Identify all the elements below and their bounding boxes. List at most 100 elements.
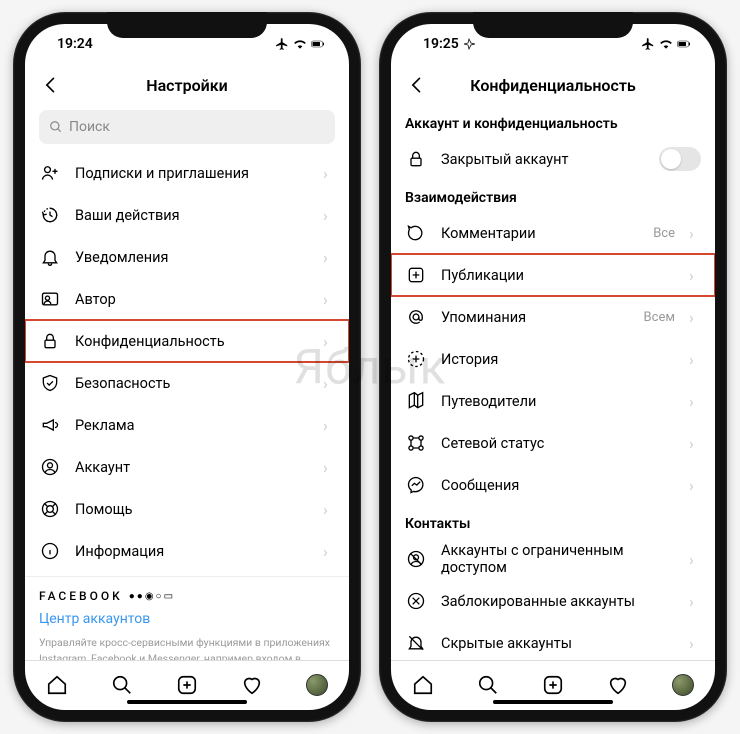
megaphone-icon bbox=[39, 414, 61, 436]
row-activity-status[interactable]: Сетевой статус › bbox=[405, 422, 701, 464]
row-label: Закрытый аккаунт bbox=[441, 151, 645, 168]
tab-profile[interactable] bbox=[671, 673, 695, 697]
row-label: Безопасность bbox=[75, 375, 309, 392]
airplane-icon bbox=[641, 37, 655, 51]
notch bbox=[473, 12, 633, 38]
row-label: Подписки и приглашения bbox=[75, 165, 309, 182]
row-label: Уведомления bbox=[75, 249, 309, 266]
clock-history-icon bbox=[39, 204, 61, 226]
accounts-center-link[interactable]: Центр аккаунтов bbox=[39, 611, 335, 627]
privacy-content: Аккаунт и конфиденциальность Закрытый ак… bbox=[391, 106, 715, 660]
chevron-right-icon: › bbox=[689, 350, 701, 369]
private-account-toggle[interactable] bbox=[659, 147, 701, 171]
search-placeholder: Поиск bbox=[69, 119, 110, 135]
phone-right: 19:25 Конфиденциальность Аккаунт и конфи… bbox=[379, 12, 727, 722]
chevron-right-icon: › bbox=[323, 164, 335, 183]
home-indicator[interactable] bbox=[127, 700, 247, 704]
tab-profile[interactable] bbox=[305, 673, 329, 697]
chevron-right-icon: › bbox=[689, 392, 701, 411]
row-value: Всем bbox=[644, 310, 675, 325]
divider bbox=[25, 576, 349, 577]
tab-home[interactable] bbox=[45, 673, 69, 697]
help-text: Управляйте кросс-сервисными функциями в … bbox=[39, 635, 335, 660]
status-icons bbox=[275, 37, 325, 51]
tab-new-post[interactable] bbox=[175, 673, 199, 697]
bell-icon bbox=[39, 246, 61, 268]
search-icon bbox=[49, 120, 63, 134]
row-label: Публикации bbox=[441, 267, 675, 284]
tab-activity[interactable] bbox=[606, 673, 630, 697]
user-slash-icon bbox=[405, 548, 427, 570]
status-time: 19:25 bbox=[423, 36, 475, 52]
person-plus-icon bbox=[39, 162, 61, 184]
lifebuoy-icon bbox=[39, 498, 61, 520]
row-muted[interactable]: Скрытые аккаунты › bbox=[405, 622, 701, 660]
row-label: Комментарии bbox=[441, 225, 639, 242]
row-label: Скрытые аккаунты bbox=[441, 635, 675, 652]
chevron-right-icon: › bbox=[323, 332, 335, 351]
row-notifications[interactable]: Уведомления › bbox=[39, 236, 335, 278]
chevron-right-icon: › bbox=[689, 550, 701, 569]
row-privacy[interactable]: Конфиденциальность › bbox=[25, 320, 349, 362]
section-account-privacy: Аккаунт и конфиденциальность bbox=[405, 106, 701, 138]
tab-activity[interactable] bbox=[240, 673, 264, 697]
row-story[interactable]: История › bbox=[405, 338, 701, 380]
row-creator[interactable]: Автор › bbox=[39, 278, 335, 320]
chevron-right-icon: › bbox=[323, 542, 335, 561]
story-icon bbox=[405, 348, 427, 370]
row-posts[interactable]: Публикации › bbox=[391, 254, 715, 296]
back-button[interactable] bbox=[39, 73, 63, 97]
home-indicator[interactable] bbox=[493, 700, 613, 704]
row-private-account: Закрытый аккаунт bbox=[405, 138, 701, 180]
wifi-icon bbox=[659, 37, 673, 51]
row-blocked[interactable]: Заблокированные аккаунты › bbox=[405, 580, 701, 622]
row-label: Аккаунты с ограниченным доступом bbox=[441, 542, 675, 576]
chevron-right-icon: › bbox=[689, 592, 701, 611]
lock-icon bbox=[405, 148, 427, 170]
chevron-right-icon: › bbox=[323, 458, 335, 477]
settings-content: Поиск Подписки и приглашения › Ваши дейс… bbox=[25, 106, 349, 660]
tab-new-post[interactable] bbox=[541, 673, 565, 697]
row-ads[interactable]: Реклама › bbox=[39, 404, 335, 446]
status-icons bbox=[641, 37, 691, 51]
x-circle-icon bbox=[405, 590, 427, 612]
row-security[interactable]: Безопасность › bbox=[39, 362, 335, 404]
chevron-right-icon: › bbox=[323, 500, 335, 519]
nodes-icon bbox=[405, 432, 427, 454]
row-comments[interactable]: Комментарии Все › bbox=[405, 212, 701, 254]
plus-box-icon bbox=[405, 264, 427, 286]
row-account[interactable]: Аккаунт › bbox=[39, 446, 335, 488]
tab-search[interactable] bbox=[110, 673, 134, 697]
section-contacts: Контакты bbox=[405, 506, 701, 538]
row-info[interactable]: Информация › bbox=[39, 530, 335, 572]
search-input[interactable]: Поиск bbox=[39, 110, 335, 144]
airplane-icon bbox=[275, 37, 289, 51]
row-label: Ваши действия bbox=[75, 207, 309, 224]
page-title: Настройки bbox=[25, 76, 349, 95]
chevron-right-icon: › bbox=[689, 308, 701, 327]
row-label: Упоминания bbox=[441, 309, 630, 326]
row-messages[interactable]: Сообщения › bbox=[405, 464, 701, 506]
row-help[interactable]: Помощь › bbox=[39, 488, 335, 530]
bell-slash-icon bbox=[405, 632, 427, 654]
row-subscriptions[interactable]: Подписки и приглашения › bbox=[39, 152, 335, 194]
row-activity[interactable]: Ваши действия › bbox=[39, 194, 335, 236]
map-icon bbox=[405, 390, 427, 412]
tab-search[interactable] bbox=[476, 673, 500, 697]
chevron-right-icon: › bbox=[689, 476, 701, 495]
tab-home[interactable] bbox=[411, 673, 435, 697]
chevron-right-icon: › bbox=[323, 206, 335, 225]
battery-icon bbox=[311, 37, 325, 51]
shield-icon bbox=[39, 372, 61, 394]
lock-icon bbox=[39, 330, 61, 352]
row-label: Сообщения bbox=[441, 477, 675, 494]
comment-icon bbox=[405, 222, 427, 244]
chevron-right-icon: › bbox=[323, 374, 335, 393]
at-icon bbox=[405, 306, 427, 328]
info-icon bbox=[39, 540, 61, 562]
row-label: Автор bbox=[75, 291, 309, 308]
row-guides[interactable]: Путеводители › bbox=[405, 380, 701, 422]
row-restricted[interactable]: Аккаунты с ограниченным доступом › bbox=[405, 538, 701, 580]
row-mentions[interactable]: Упоминания Всем › bbox=[405, 296, 701, 338]
back-button[interactable] bbox=[405, 73, 429, 97]
